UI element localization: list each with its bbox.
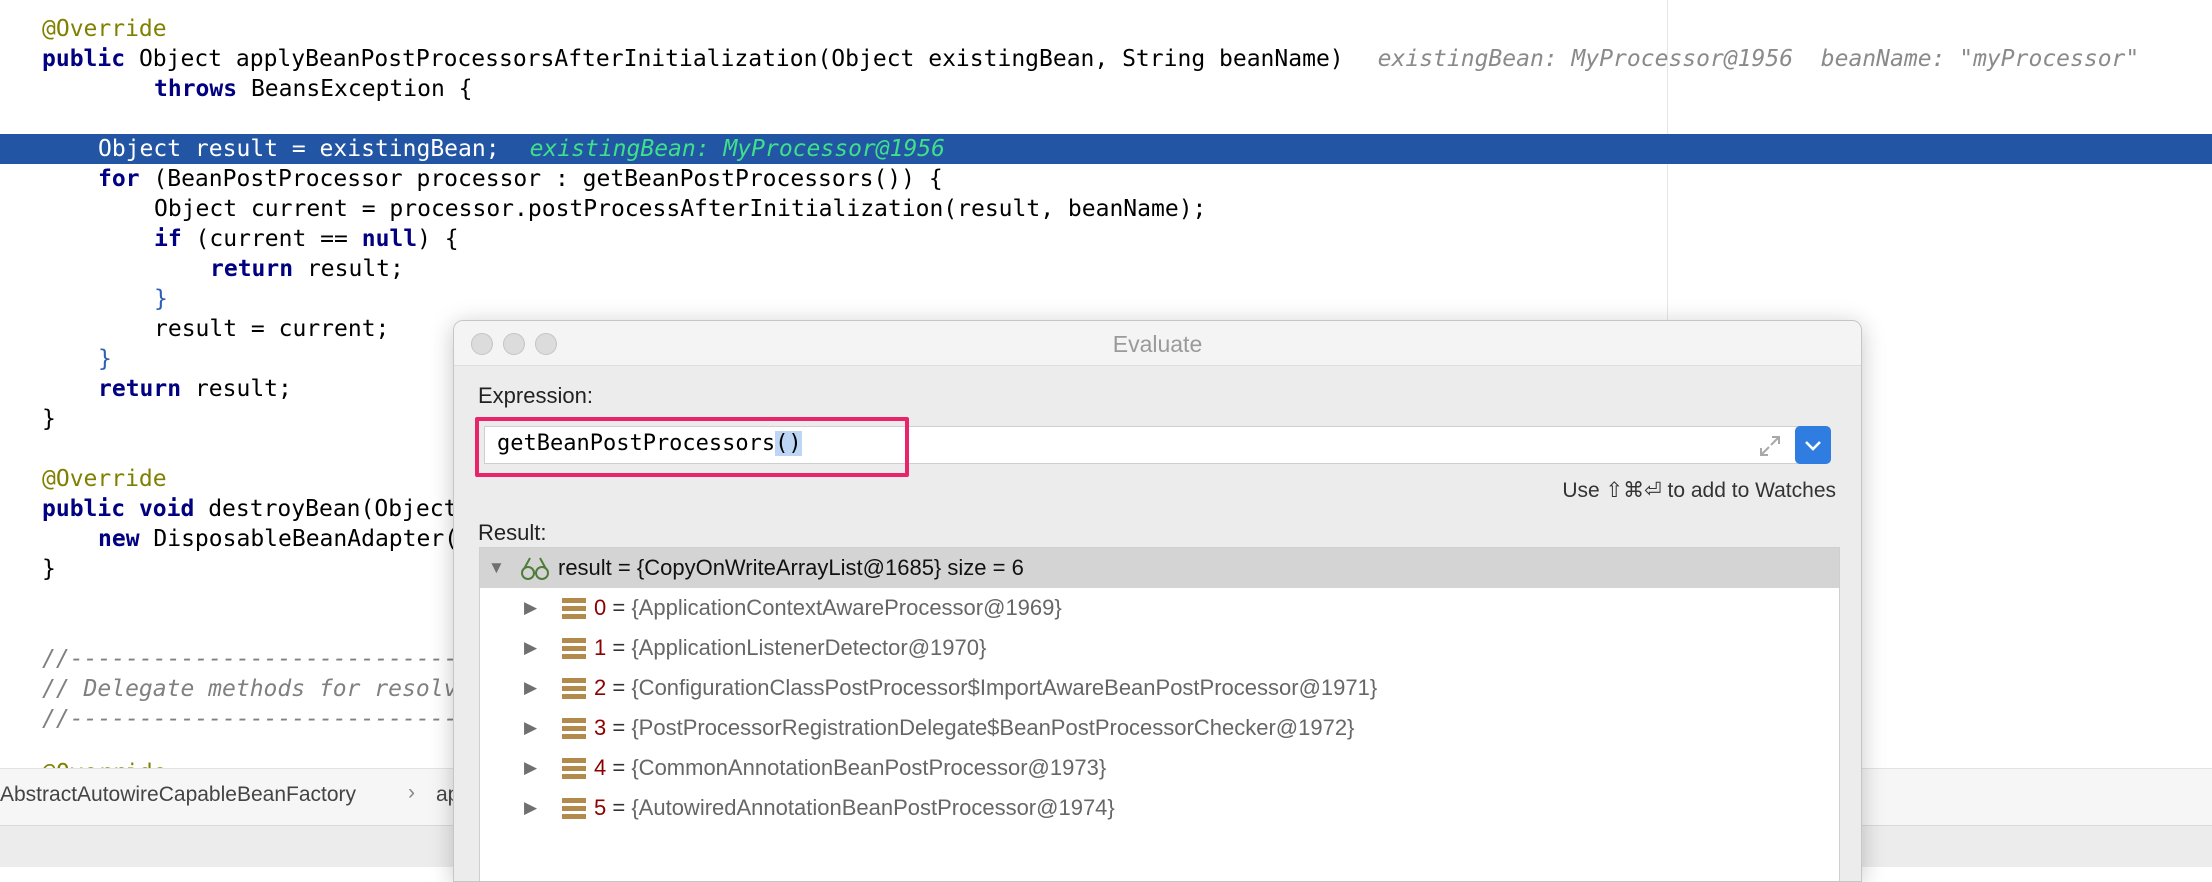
code-line: return result; [210, 256, 404, 282]
field-stack-icon [562, 638, 586, 659]
field-stack-icon [562, 598, 586, 619]
code-line: if (current == null) { [154, 226, 459, 252]
code-line: @Override [42, 16, 167, 42]
expand-arrow-icon[interactable]: ▶ [524, 628, 537, 668]
result-root-label: result = {CopyOnWriteArrayList@1685} siz… [558, 555, 1024, 580]
field-stack-icon [562, 758, 586, 779]
collapse-arrow-icon[interactable]: ▼ [488, 548, 505, 588]
code-line: public Object applyBeanPostProcessorsAft… [42, 46, 2140, 72]
tree-item-row[interactable]: ▶ 5 = {AutowiredAnnotationBeanPostProces… [480, 788, 1839, 828]
expression-label: Expression: [478, 383, 593, 408]
code-line: new DisposableBeanAdapter( [98, 526, 459, 552]
add-to-watches-hint: Use ⇧⌘⏎ to add to Watches [1562, 479, 1836, 502]
expand-arrow-icon[interactable]: ▶ [524, 788, 537, 828]
expand-arrow-icon[interactable]: ▶ [524, 588, 537, 628]
tree-item-row[interactable]: ▶ 1 = {ApplicationListenerDetector@1970} [480, 628, 1839, 668]
code-line: @Override [0, 758, 167, 768]
code-line: } [154, 286, 168, 312]
code-line: result = current; [154, 316, 390, 342]
field-stack-icon [562, 678, 586, 699]
code-line: @Override [42, 466, 167, 492]
result-tree[interactable]: ▼ result = {CopyOnWriteArrayList@1685} s… [479, 547, 1840, 881]
expand-arrow-icon[interactable]: ▶ [524, 708, 537, 748]
evaluate-dialog: Evaluate Expression: getBeanPostProcesso… [453, 320, 1862, 882]
chevron-down-icon [1805, 441, 1821, 451]
result-label: Result: [478, 520, 547, 545]
dialog-titlebar[interactable]: Evaluate [454, 321, 1861, 366]
tree-item-row[interactable]: ▶ 4 = {CommonAnnotationBeanPostProcessor… [480, 748, 1839, 788]
code-line: Object current = processor.postProcessAf… [154, 196, 1207, 222]
code-line: } [42, 556, 56, 582]
tree-item-row[interactable]: ▶ 3 = {PostProcessorRegistrationDelegate… [480, 708, 1839, 748]
tree-item-row[interactable]: ▶ 2 = {ConfigurationClassPostProcessor$I… [480, 668, 1839, 708]
code-line: } [42, 406, 56, 432]
field-stack-icon [562, 718, 586, 739]
code-line: for (BeanPostProcessor processor : getBe… [98, 166, 943, 192]
tree-root-row[interactable]: ▼ result = {CopyOnWriteArrayList@1685} s… [480, 548, 1839, 588]
code-line: return result; [98, 376, 292, 402]
code-line: } [98, 346, 112, 372]
history-dropdown-button[interactable] [1795, 426, 1831, 464]
inline-debug-hint: existingBean: MyProcessor@1956 beanName:… [1377, 46, 2140, 72]
expand-arrow-icon[interactable]: ▶ [524, 748, 537, 788]
expand-arrow-icon[interactable]: ▶ [524, 668, 537, 708]
field-stack-icon [562, 798, 586, 819]
expand-icon[interactable] [1757, 433, 1783, 459]
execution-point-line: Object result = existingBean; existingBea… [0, 134, 2212, 164]
breadcrumb-class[interactable]: AbstractAutowireCapableBeanFactory [0, 783, 356, 807]
code-line: // Delegate methods for resolv [42, 676, 458, 702]
code-line: throws BeansException { [154, 76, 473, 102]
code-line: //------------------------------ [42, 706, 486, 732]
dialog-title: Evaluate [1112, 331, 1203, 357]
tree-item-row[interactable]: ▶ 0 = {ApplicationContextAwareProcessor@… [480, 588, 1839, 628]
code-line: //------------------------------ [42, 646, 486, 672]
watch-glasses-icon [521, 557, 549, 580]
code-line: public void destroyBean(Object [42, 496, 458, 522]
highlight-annotation [475, 417, 909, 477]
inline-debug-hint: existingBean: MyProcessor@1956 [529, 136, 945, 162]
chevron-right-icon: › [408, 781, 415, 804]
